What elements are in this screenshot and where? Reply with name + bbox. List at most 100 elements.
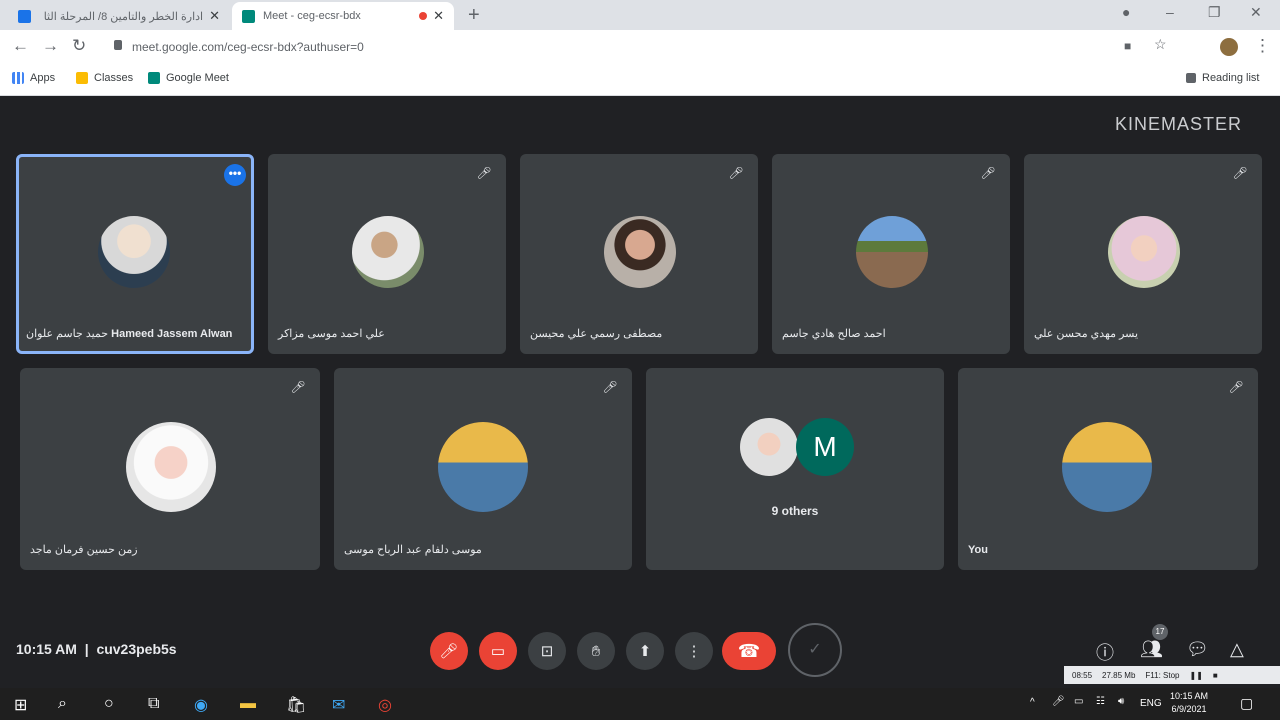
bookmark-apps[interactable]: Apps bbox=[12, 72, 55, 84]
avatar bbox=[1108, 216, 1180, 288]
classroom-icon bbox=[76, 72, 88, 84]
new-tab-button[interactable]: + bbox=[468, 4, 480, 27]
tab-assignment[interactable]: ادارة الخطر والتامين 8/ المرحلة الثا ✕ bbox=[8, 2, 230, 30]
tray-chevron-icon[interactable]: ^ bbox=[1030, 697, 1035, 708]
participant-name: حميد جاسم علوان Hameed Jassem Alwan bbox=[26, 328, 233, 340]
tab-meet[interactable]: Meet - ceg-ecsr-bdx ✕ bbox=[232, 2, 454, 30]
windows-taskbar: ⊞ ⌕ ○ ⧉ ◉ ▬ 🛍︎ ✉ ◎ ^ 🎤︎ ▭ ☷ 🔊︎ ENG 10:15… bbox=[0, 688, 1280, 720]
mic-off-icon: 🎤︎ bbox=[602, 380, 618, 394]
store-icon[interactable]: 🛍︎ bbox=[286, 695, 306, 715]
participant-name: زمن حسين فرمان ماجد bbox=[30, 544, 138, 556]
apps-grid-icon bbox=[12, 72, 24, 84]
participant-tile[interactable]: 🎤︎ علي احمد موسى مزاكر bbox=[268, 154, 506, 354]
forward-arrow-icon[interactable]: → bbox=[42, 36, 59, 56]
mic-off-icon: 🎤︎ bbox=[1232, 166, 1248, 180]
others-tile[interactable]: M 9 others bbox=[646, 368, 944, 570]
tray-battery-icon[interactable]: ▭ bbox=[1074, 696, 1083, 707]
chrome-icon[interactable]: ◎ bbox=[378, 695, 392, 715]
screen-recorder-bar: 08:55 27.85 Mb F11: Stop ❚❚ ■ bbox=[1064, 666, 1280, 684]
participant-tile[interactable]: 🎤︎ موسى دلفام عبد الرباح موسى bbox=[334, 368, 632, 570]
overlay-check-icon: ✓ bbox=[788, 623, 842, 677]
cortana-icon[interactable]: ○ bbox=[104, 695, 114, 713]
tray-network-icon[interactable]: ☷ bbox=[1096, 696, 1105, 707]
mic-off-icon: 🎤︎ bbox=[980, 166, 996, 180]
meet-favicon-icon bbox=[242, 9, 255, 23]
chat-button[interactable]: 💬︎ bbox=[1186, 639, 1209, 660]
restore-button[interactable]: ❐ bbox=[1208, 4, 1221, 21]
windows-start-icon[interactable]: ⊞ bbox=[14, 695, 27, 715]
participant-tile[interactable]: 🎤︎ يسر مهدي محسن علي bbox=[1024, 154, 1262, 354]
back-arrow-icon[interactable]: ← bbox=[12, 36, 29, 56]
kinemaster-watermark: KINEMASTER bbox=[1114, 114, 1242, 134]
taskbar-clock[interactable]: 10:15 AM 6/9/2021 bbox=[1170, 690, 1208, 716]
more-options-button[interactable]: ⋮ bbox=[675, 632, 713, 670]
meeting-details-button[interactable]: ⓘ bbox=[1096, 639, 1114, 665]
minimize-button[interactable]: – bbox=[1166, 4, 1174, 20]
bookmark-classes[interactable]: Classes bbox=[76, 72, 133, 84]
participant-tile[interactable]: 🎤︎ احمد صالح هادي جاسم bbox=[772, 154, 1010, 354]
bookmark-star-icon[interactable]: ☆ bbox=[1154, 36, 1167, 53]
reload-icon[interactable]: ↻ bbox=[72, 36, 86, 56]
search-icon[interactable]: ⌕ bbox=[58, 695, 67, 713]
lock-icon bbox=[114, 40, 122, 50]
participant-tile[interactable]: 🎤︎ مصطفى رسمي علي محيسن bbox=[520, 154, 758, 354]
file-explorer-icon[interactable]: ▬ bbox=[240, 695, 256, 713]
close-tab-icon[interactable]: ✕ bbox=[209, 8, 220, 24]
raise-hand-button[interactable]: ✋︎ bbox=[577, 632, 615, 670]
stop-square-icon[interactable]: ■ bbox=[1213, 671, 1218, 680]
mic-toggle-button[interactable]: 🎤︎ bbox=[430, 632, 468, 670]
profile-avatar[interactable] bbox=[1220, 38, 1238, 56]
recorder-stop[interactable]: F11: Stop bbox=[1145, 671, 1179, 680]
close-window-button[interactable]: ✕ bbox=[1250, 4, 1262, 21]
bookmarks-bar: Apps Classes Google Meet Reading list bbox=[0, 64, 1280, 96]
tray-volume-icon[interactable]: 🔊︎ bbox=[1118, 696, 1124, 707]
meet-icon bbox=[148, 72, 160, 84]
self-tile[interactable]: 🎤︎ You bbox=[958, 368, 1258, 570]
present-screen-icon: ⬆ bbox=[638, 643, 652, 660]
avatar bbox=[352, 216, 424, 288]
people-count-badge: 17 bbox=[1152, 624, 1168, 640]
mail-icon[interactable]: ✉ bbox=[332, 695, 345, 715]
mic-off-icon: 🎤︎ bbox=[439, 643, 459, 660]
participant-name: يسر مهدي محسن علي bbox=[1034, 328, 1139, 340]
camera-in-use-icon[interactable]: ■ bbox=[1124, 39, 1131, 53]
camera-off-icon: ▭ bbox=[490, 643, 506, 660]
meet-stage: KINEMASTER ••• حميد جاسم علوان Hameed Ja… bbox=[0, 96, 1280, 688]
captions-icon: ⊡ bbox=[540, 643, 554, 660]
tray-mic-icon[interactable]: 🎤︎ bbox=[1052, 696, 1065, 707]
participant-tile[interactable]: ••• حميد جاسم علوان Hameed Jassem Alwan bbox=[16, 154, 254, 354]
participant-name: احمد صالح هادي جاسم bbox=[782, 328, 886, 340]
hand-icon: ✋︎ bbox=[591, 642, 601, 660]
present-button[interactable]: ⬆ bbox=[626, 632, 664, 670]
others-count: 9 others bbox=[771, 504, 819, 518]
notifications-icon[interactable]: ▢ bbox=[1240, 695, 1253, 712]
bookmark-google-meet[interactable]: Google Meet bbox=[148, 72, 229, 84]
participant-tile[interactable]: 🎤︎ زمن حسين فرمان ماجد bbox=[20, 368, 320, 570]
participant-name: علي احمد موسى مزاكر bbox=[278, 328, 385, 340]
reading-list[interactable]: Reading list bbox=[1186, 72, 1259, 84]
mic-off-icon: 🎤︎ bbox=[728, 166, 744, 180]
reading-list-icon bbox=[1186, 73, 1196, 83]
participant-name: مصطفى رسمي علي محيسن bbox=[530, 328, 663, 340]
leave-call-button[interactable]: ☎︎ bbox=[722, 632, 776, 670]
captions-button[interactable]: ⊡ bbox=[528, 632, 566, 670]
task-view-icon[interactable]: ⧉ bbox=[148, 695, 159, 713]
pause-icon[interactable]: ❚❚ bbox=[1189, 671, 1202, 680]
people-button[interactable]: 👥︎ bbox=[1140, 639, 1163, 660]
avatar bbox=[126, 422, 216, 512]
address-bar[interactable]: meet.google.com/ceg-ecsr-bdx?authuser=0 bbox=[102, 34, 1146, 60]
avatar bbox=[98, 216, 170, 288]
profile-sync-icon[interactable]: ● bbox=[1122, 4, 1130, 20]
camera-toggle-button[interactable]: ▭ bbox=[479, 632, 517, 670]
edge-icon[interactable]: ◉ bbox=[194, 695, 208, 715]
browser-toolbar: ← → ↻ meet.google.com/ceg-ecsr-bdx?authu… bbox=[0, 30, 1280, 64]
more-options-icon[interactable]: ••• bbox=[224, 164, 246, 186]
activities-button[interactable]: △ bbox=[1230, 639, 1244, 660]
language-indicator[interactable]: ENG bbox=[1140, 698, 1162, 709]
self-name: You bbox=[968, 544, 988, 556]
browser-tabbar: ادارة الخطر والتامين 8/ المرحلة الثا ✕ M… bbox=[0, 0, 1280, 30]
avatar bbox=[856, 216, 928, 288]
avatar bbox=[438, 422, 528, 512]
menu-kebab-icon[interactable]: ⋮ bbox=[1254, 36, 1271, 56]
close-tab-icon[interactable]: ✕ bbox=[433, 8, 444, 24]
